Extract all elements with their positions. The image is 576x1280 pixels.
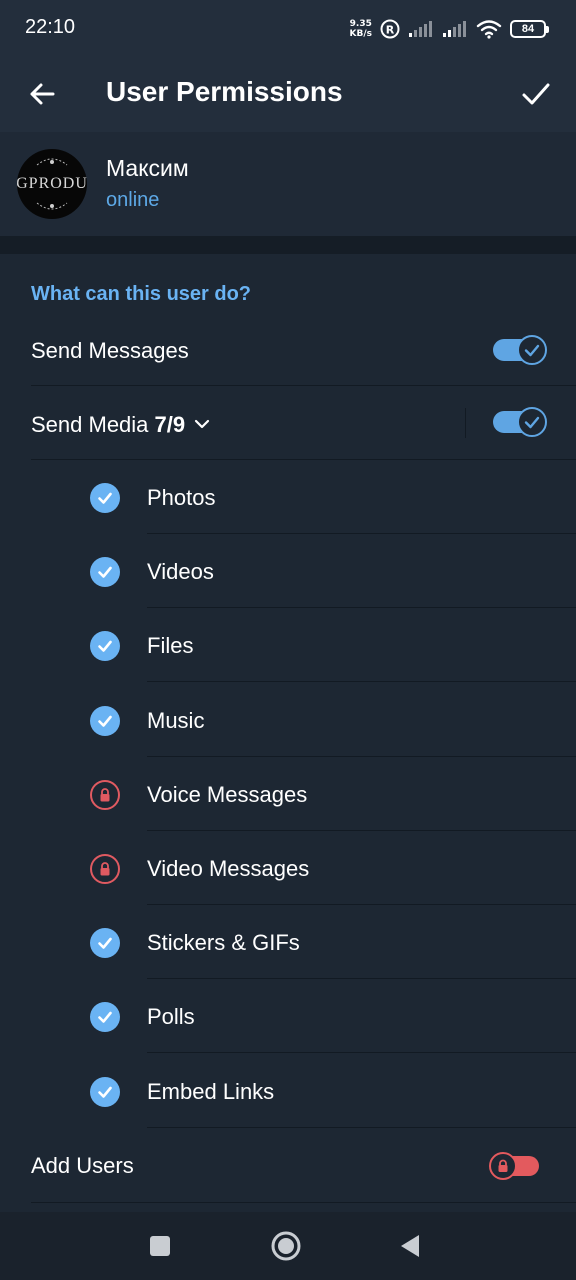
status-icons: 9.35 KB/s R 84 <box>350 16 549 42</box>
media-permission-item[interactable]: Videos <box>0 535 576 609</box>
media-permission-label: Files <box>147 633 194 659</box>
toggle-knob <box>517 407 547 437</box>
lock-icon[interactable] <box>90 854 120 884</box>
send-messages-row[interactable]: Send Messages <box>0 312 576 386</box>
check-icon <box>524 344 540 357</box>
checkbox-checked-icon[interactable] <box>90 557 120 588</box>
media-permission-item[interactable]: Embed Links <box>0 1055 576 1129</box>
network-speed: 9.35 KB/s <box>350 19 372 39</box>
network-speed-value: 9.35 <box>349 19 372 29</box>
signal-icon-1 <box>409 21 432 37</box>
checkbox-checked-icon[interactable] <box>90 1002 120 1033</box>
arrow-left-icon <box>30 83 55 105</box>
add-users-row[interactable]: Add Users <box>0 1129 576 1203</box>
checkbox-checked-icon[interactable] <box>90 483 120 513</box>
media-permission-label: Video Messages <box>147 856 310 881</box>
vertical-divider <box>465 408 466 438</box>
home-button[interactable] <box>270 1230 302 1262</box>
media-permission-item[interactable]: Polls <box>0 980 576 1054</box>
battery-icon: 84 <box>510 20 549 38</box>
media-permission-item[interactable]: Voice Messages <box>0 758 576 832</box>
signal-icon-2 <box>443 21 466 37</box>
media-permission-item[interactable]: Photos <box>0 461 576 535</box>
lock-icon[interactable] <box>90 779 120 810</box>
row-separator <box>147 978 576 980</box>
checkbox-checked-icon[interactable] <box>90 928 120 959</box>
media-permission-item[interactable]: Music <box>0 684 576 758</box>
row-separator <box>147 755 576 757</box>
media-permission-label: Polls <box>147 1004 195 1030</box>
toggle-knob <box>517 335 547 365</box>
recents-button[interactable] <box>144 1230 176 1262</box>
media-permission-label: Stickers & GIFs <box>147 930 300 956</box>
row-separator <box>147 681 576 683</box>
network-speed-unit: KB/s <box>349 29 372 39</box>
media-permission-label: Videos <box>147 559 214 585</box>
chevron-down-icon[interactable] <box>194 416 210 432</box>
media-permission-label: Photos <box>147 485 216 510</box>
send-media-count: 7/9 <box>154 412 186 437</box>
media-permission-label: Embed Links <box>147 1078 275 1104</box>
send-media-label: Send Media 7/9 <box>31 412 185 438</box>
back-button[interactable] <box>20 72 64 116</box>
send-media-row[interactable]: Send Media 7/9 <box>0 386 576 460</box>
toggle-knob <box>489 1152 517 1180</box>
send-messages-toggle[interactable] <box>493 335 547 365</box>
app-bar: User Permissions <box>0 56 576 132</box>
lock-icon <box>498 1159 508 1172</box>
user-card[interactable]: GPRODU Максим online <box>0 132 576 236</box>
row-separator <box>147 1126 576 1128</box>
row-separator <box>31 1202 576 1203</box>
square-icon <box>150 1236 170 1256</box>
row-separator <box>147 607 576 609</box>
checkmark-icon <box>522 83 550 105</box>
row-separator <box>147 533 576 534</box>
add-users-label: Add Users <box>31 1153 134 1178</box>
add-users-toggle[interactable] <box>489 1152 539 1180</box>
media-permission-item[interactable]: Files <box>0 609 576 683</box>
roaming-icon: R <box>380 19 400 39</box>
wifi-icon <box>476 20 502 39</box>
media-permission-item[interactable]: Stickers & GIFs <box>0 906 576 980</box>
triangle-back-icon <box>401 1235 419 1257</box>
avatar[interactable]: GPRODU <box>17 149 87 219</box>
user-name: Максим <box>106 155 189 181</box>
save-button[interactable] <box>512 70 560 118</box>
send-messages-label: Send Messages <box>31 338 189 363</box>
user-status: online <box>106 189 160 211</box>
row-separator <box>147 829 576 831</box>
section-header: What can this user do? <box>31 283 252 305</box>
status-time: 22:10 <box>25 16 76 38</box>
avatar-ornament <box>36 158 68 210</box>
send-media-toggle[interactable] <box>493 407 547 437</box>
row-separator <box>31 459 576 460</box>
back-nav-button[interactable] <box>394 1230 426 1262</box>
row-separator <box>147 1052 576 1054</box>
checkbox-checked-icon[interactable] <box>90 631 120 662</box>
section-divider <box>0 236 576 254</box>
battery-level: 84 <box>521 23 535 35</box>
check-icon <box>524 416 540 429</box>
checkbox-checked-icon[interactable] <box>90 1076 120 1107</box>
system-nav-bar <box>0 1212 576 1280</box>
roaming-label: R <box>386 24 395 37</box>
page-title: User Permissions <box>106 76 343 107</box>
circle-icon <box>271 1231 301 1261</box>
media-permission-label: Voice Messages <box>147 781 308 807</box>
checkbox-checked-icon[interactable] <box>90 705 120 736</box>
row-separator <box>147 904 576 905</box>
send-media-text: Send Media <box>31 412 149 437</box>
status-bar: 22:10 9.35 KB/s R 84 <box>0 0 576 56</box>
media-permission-label: Music <box>147 707 205 733</box>
media-permission-item[interactable]: Video Messages <box>0 832 576 906</box>
